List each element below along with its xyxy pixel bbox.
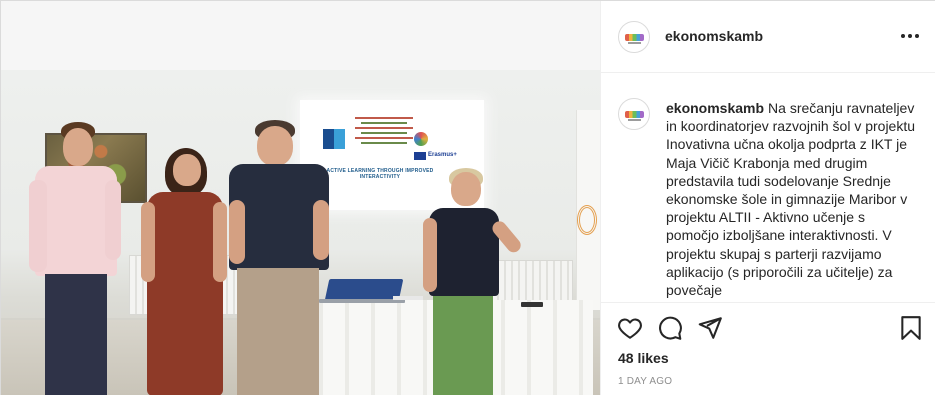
rollup-banner [576, 110, 600, 310]
screen-title: ACTIVE LEARNING THROUGH IMPROVED INTERAC… [326, 168, 434, 180]
caption-text: Na srečanju ravnateljev in koordinatorje… [666, 100, 916, 299]
post-frame: Erasmus+ ACTIVE LEARNING THROUGH IMPROVE… [0, 0, 935, 395]
bookmark-icon[interactable] [898, 315, 924, 341]
caption-scroll-area[interactable]: ekonomskamb Na srečanju ravnateljev in ko… [601, 74, 935, 302]
dot [915, 34, 919, 38]
post-timestamp[interactable]: 1 DAY AGO [618, 376, 672, 387]
banner-graphic [577, 205, 597, 235]
logo-subtext [628, 42, 641, 44]
school-logo-icon [625, 34, 644, 41]
logo-subtext [628, 119, 641, 121]
likes-count[interactable]: 48 likes [618, 350, 669, 366]
person-3 [229, 120, 331, 395]
comment-icon[interactable] [657, 315, 683, 341]
more-options-icon[interactable] [901, 27, 919, 45]
person-2 [141, 148, 227, 395]
erasmus-label: Erasmus+ [428, 152, 457, 158]
person-4 [423, 168, 533, 395]
action-bar: 48 likes 1 DAY AGO [601, 302, 935, 395]
caption: ekonomskamb Na srečanju ravnateljev in ko… [666, 99, 921, 299]
post-header: ekonomskamb [601, 1, 935, 73]
post-photo[interactable]: Erasmus+ ACTIVE LEARNING THROUGH IMPROVE… [1, 1, 600, 395]
dot [901, 34, 905, 38]
papers [393, 296, 423, 300]
header-username[interactable]: ekonomskamb [665, 28, 763, 44]
school-logo-icon [625, 111, 644, 118]
caption-avatar[interactable] [618, 98, 650, 130]
screen-text-lines [355, 114, 413, 147]
post-sidebar: ekonomskamb ekonomskamb Na srečanju ravna… [600, 1, 935, 395]
heart-icon[interactable] [617, 315, 643, 341]
person-1 [29, 122, 121, 395]
dot [908, 34, 912, 38]
partner-logo [414, 132, 428, 146]
laptop [324, 279, 404, 301]
photo-top-margin [1, 1, 600, 70]
eu-flag-icon [414, 152, 426, 160]
caption-username[interactable]: ekonomskamb [666, 100, 764, 116]
avatar[interactable] [618, 21, 650, 53]
photo-scene: Erasmus+ ACTIVE LEARNING THROUGH IMPROVE… [1, 70, 600, 395]
paper-plane-icon[interactable] [697, 315, 723, 341]
